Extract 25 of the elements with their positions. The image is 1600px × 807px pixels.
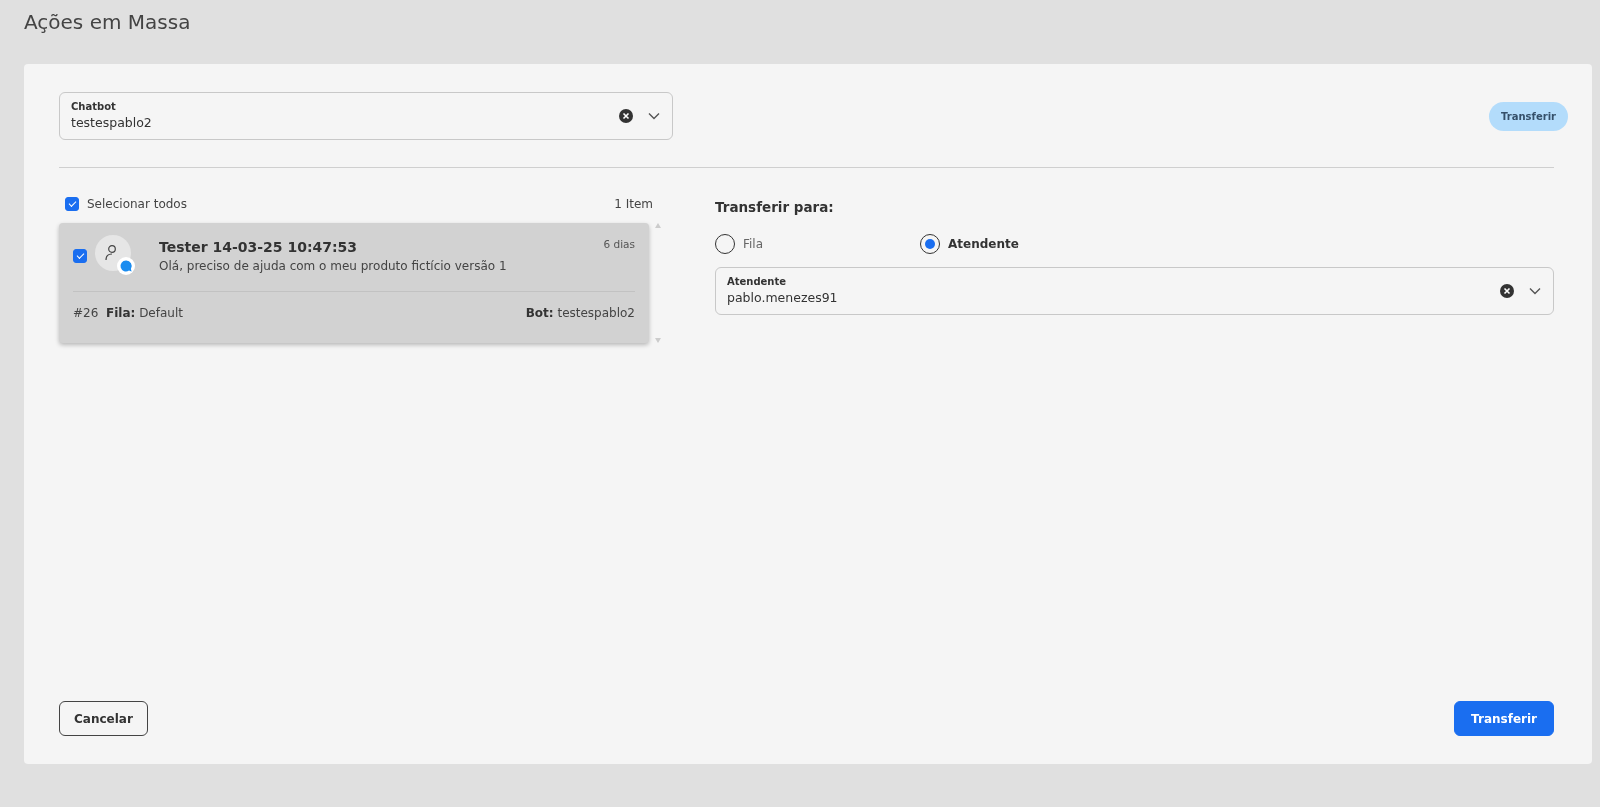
clear-icon[interactable]: [618, 108, 634, 124]
checkbox[interactable]: [73, 249, 87, 263]
conversation-age: 6 dias: [603, 238, 635, 250]
checkbox[interactable]: [65, 197, 79, 211]
conversation-title: Tester 14-03-25 10:47:53: [159, 238, 359, 257]
clear-icon[interactable]: [1499, 283, 1515, 299]
field-label: Chatbot: [71, 100, 116, 114]
conversation-message: Olá, preciso de ajuda com o meu produto fictício versão 1: [159, 258, 508, 275]
cancel-button[interactable]: Cancelar: [59, 701, 148, 736]
chevron-down-icon[interactable]: [1529, 287, 1541, 295]
radio-option[interactable]: Atendente: [920, 234, 1125, 254]
item-count: 1 Item: [614, 197, 653, 211]
section-heading: Transferir para:: [715, 198, 835, 217]
select-field[interactable]: Chatbot testespablo2: [59, 92, 673, 140]
conversation-bot: Bot: testespablo2: [525, 306, 635, 320]
page-title: Ações em Massa: [24, 10, 191, 34]
chevron-down-icon[interactable]: [648, 112, 660, 120]
select-field[interactable]: Atendente pablo.menezes91: [715, 267, 1554, 315]
field-value: pablo.menezes91: [727, 289, 838, 307]
conversation-meta: #26 Fila: Default: [73, 306, 183, 320]
select-all-label[interactable]: Selecionar todos: [87, 197, 187, 211]
field-label: Atendente: [727, 275, 787, 289]
field-value: testespablo2: [71, 114, 152, 132]
radio-option[interactable]: Fila: [715, 234, 920, 254]
transfer-button[interactable]: Transferir: [1454, 701, 1554, 736]
